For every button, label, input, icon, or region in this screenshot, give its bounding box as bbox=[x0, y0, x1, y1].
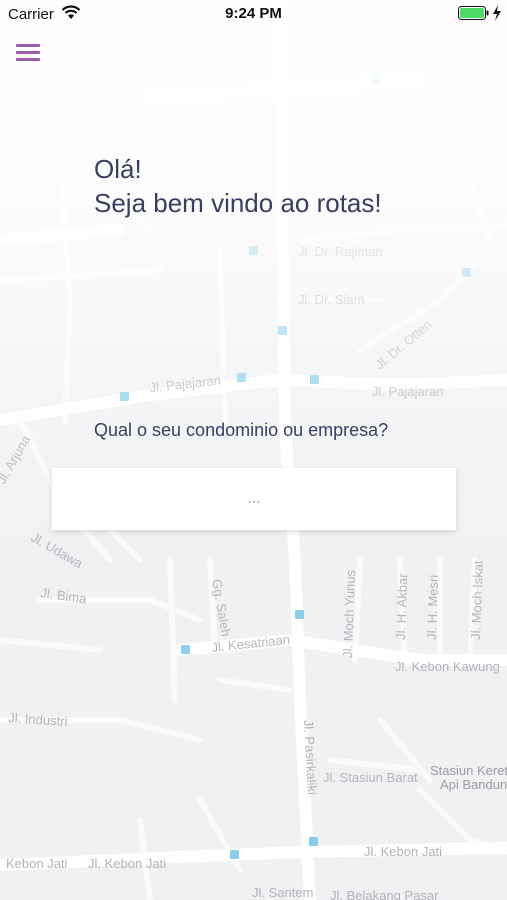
status-bar: Carrier 9:24 PM bbox=[0, 0, 507, 28]
welcome-heading: Olá! Seja bem vindo ao rotas! bbox=[94, 152, 382, 220]
welcome-line-1: Olá! bbox=[94, 154, 142, 184]
map-label: Jl. H. Akbar bbox=[393, 572, 410, 640]
map-label: Jl. Kebon Kawung bbox=[395, 659, 500, 674]
map-label: Jl. Moch Yunus bbox=[340, 569, 358, 658]
company-search-input[interactable] bbox=[52, 468, 456, 530]
map-label: Jl. Stasiun Barat bbox=[323, 770, 418, 785]
map-label: Jl. H. Mesri bbox=[424, 575, 441, 641]
bolt-icon bbox=[492, 5, 502, 25]
map-label: Jl. Dr. Siam bbox=[298, 292, 364, 307]
map-label: Jl. Kebon Jati bbox=[88, 856, 166, 871]
map-label: Jl. Dr. Rajiman bbox=[298, 244, 383, 259]
map-label: Jl. Belakang Pasar bbox=[330, 888, 439, 900]
company-question-label: Qual o seu condominio ou empresa? bbox=[94, 420, 389, 440]
welcome-line-2: Seja bem vindo ao rotas! bbox=[94, 188, 382, 218]
battery-icon bbox=[458, 6, 490, 24]
clock: 9:24 PM bbox=[225, 5, 282, 22]
hamburger-menu-icon[interactable] bbox=[14, 40, 42, 64]
map-label: Stasiun Kereta bbox=[430, 763, 507, 778]
map-label: Jl. Saritem bbox=[252, 885, 313, 900]
map-label: Jl. Pajajaran bbox=[372, 384, 444, 399]
map-label: Api Bandung bbox=[440, 777, 507, 792]
map-label: Jl. Kebon Jati bbox=[364, 844, 442, 859]
background-map: Jl. Dr. Rajiman Jl. Pajajaran Jl. Pajaja… bbox=[0, 0, 507, 900]
map-label: Jl. Moch Iskat bbox=[468, 560, 486, 640]
map-label: Kebon Jati bbox=[6, 856, 68, 871]
